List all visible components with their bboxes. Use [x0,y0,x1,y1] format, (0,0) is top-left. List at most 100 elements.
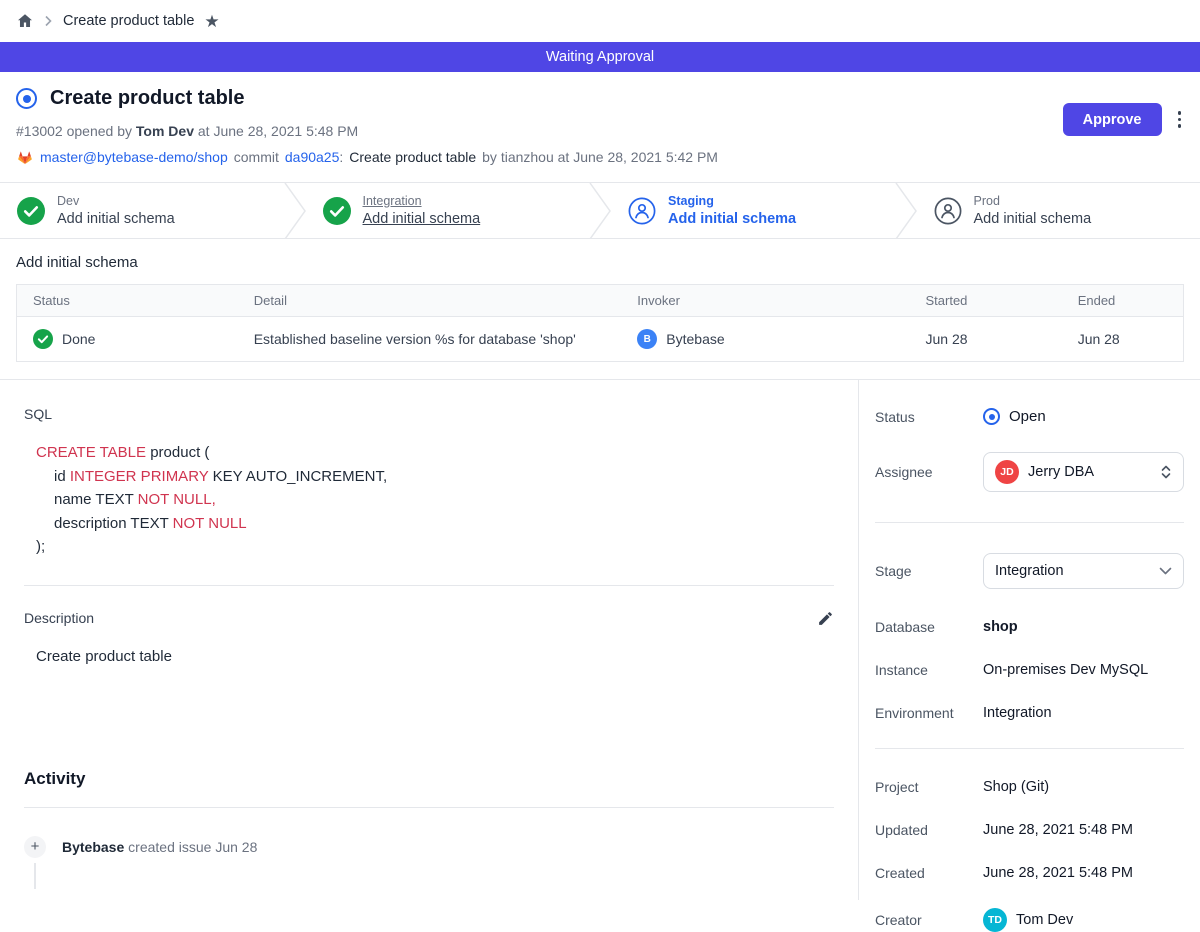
instance-label: Instance [875,662,983,678]
page-title: Create product table [50,87,244,110]
app-root: Create product table ★ Waiting Approval … [0,0,1200,900]
edit-description-icon[interactable] [817,610,834,627]
task-table: Status Detail Invoker Started Ended Done [16,284,1184,362]
issue-sidebar: Status Open Assignee JD Jerry DBA [858,380,1200,900]
status-label: Status [875,409,983,425]
chevron-right-icon [44,15,53,27]
divider [24,585,834,586]
stage-select[interactable]: Integration [983,553,1184,589]
pipeline-stage-prod[interactable]: Prod Add initial schema [917,183,1200,238]
task-started: Jun 28 [909,317,1061,362]
task-section: Add initial schema Status Detail Invoker… [0,239,1200,362]
issue-header: Create product table #13002 opened by To… [0,72,1200,182]
stage-separator-icon [284,183,306,238]
field-assignee: Assignee JD Jerry DBA [875,452,1184,492]
divider [875,522,1184,523]
activity-section: Activity + Bytebase created issue Jun 28 [24,769,834,858]
sql-statement[interactable]: CREATE TABLE product ( id INTEGER PRIMAR… [36,441,834,559]
bytebase-avatar: B [637,329,657,349]
updated-label: Updated [875,822,983,838]
plus-icon: + [24,836,46,858]
stage-separator-icon [895,183,917,238]
activity-action: created issue [128,839,211,855]
breadcrumb-current: Create product table [63,13,194,29]
breadcrumb: Create product table ★ [0,0,1200,42]
creator-value[interactable]: Tom Dev [1016,912,1073,928]
gitlab-icon [16,148,34,166]
stage-done-icon [323,197,351,225]
environment-value[interactable]: Integration [983,705,1052,721]
stage-pending-approval-icon [628,197,656,225]
commit-branch-link[interactable]: master@bytebase-demo/shop [40,149,228,165]
stage-env-label[interactable]: Integration [363,194,481,208]
home-icon[interactable] [16,12,34,30]
description-content[interactable]: Create product table [36,648,834,665]
status-open-icon [983,408,1000,425]
issue-opened-time: at June 28, 2021 5:48 PM [198,123,358,139]
assignee-avatar: JD [995,460,1019,484]
more-options-icon[interactable] [1175,107,1185,132]
table-row[interactable]: Done Established baseline version %s for… [17,317,1184,362]
stage-value: Integration [995,563,1150,579]
field-status: Status Open [875,408,1184,425]
pipeline-stage-dev[interactable]: Dev Add initial schema [0,183,284,238]
col-started: Started [909,285,1061,317]
assignee-select[interactable]: JD Jerry DBA [983,452,1184,492]
issue-open-icon [16,88,37,109]
stage-done-icon [17,197,45,225]
task-detail: Established baseline version %s for data… [238,317,622,362]
commit-colon: : [339,149,343,165]
issue-author: Tom Dev [136,123,194,139]
col-status: Status [17,285,238,317]
favorite-star-icon[interactable]: ★ [204,13,219,30]
approve-button[interactable]: Approve [1063,103,1162,136]
commit-byline: by tianzhou at June 28, 2021 5:42 PM [482,149,718,165]
updated-value: June 28, 2021 5:48 PM [983,822,1133,838]
field-environment: Environment Integration [875,705,1184,721]
field-creator: Creator TD Tom Dev [875,908,1184,932]
pipeline-bar: Dev Add initial schema Integration Add i… [0,182,1200,239]
project-value[interactable]: Shop (Git) [983,779,1049,795]
description-label: Description [24,610,94,626]
pipeline-stage-staging[interactable]: Staging Add initial schema [611,183,895,238]
task-invoker: Bytebase [666,331,724,347]
field-created: Created June 28, 2021 5:48 PM [875,865,1184,881]
commit-message: Create product table [349,149,476,165]
creator-avatar: TD [983,908,1007,932]
timeline-line [34,863,36,889]
field-project: Project Shop (Git) [875,779,1184,795]
divider [875,748,1184,749]
created-label: Created [875,865,983,881]
sql-label: SQL [24,406,834,422]
commit-hash-link[interactable]: da90a25 [285,149,340,165]
col-ended: Ended [1062,285,1184,317]
assignee-value: Jerry DBA [1028,464,1151,480]
field-updated: Updated June 28, 2021 5:48 PM [875,822,1184,838]
chevron-down-icon [1159,567,1172,575]
activity-heading: Activity [24,769,834,789]
creator-label: Creator [875,912,983,928]
stage-env-label: Staging [668,194,796,208]
stage-label: Stage [875,563,983,579]
list-item: + Bytebase created issue Jun 28 [24,836,834,858]
issue-meta: #13002 opened by Tom Dev at June 28, 202… [16,123,1184,139]
status-banner: Waiting Approval [0,42,1200,72]
database-value[interactable]: shop [983,619,1018,635]
done-check-icon [33,329,53,349]
stage-task-label: Add initial schema [668,211,796,227]
pipeline-stage-integration[interactable]: Integration Add initial schema [306,183,590,238]
issue-detail-panel: SQL CREATE TABLE product ( id INTEGER PR… [0,380,858,900]
stage-env-label: Dev [57,194,175,208]
issue-number: #13002 opened by [16,123,132,139]
commit-word: commit [234,149,279,165]
task-status: Done [62,331,95,347]
database-label: Database [875,619,983,635]
col-detail: Detail [238,285,622,317]
stage-task-label[interactable]: Add initial schema [363,211,481,227]
activity-date: Jun 28 [215,839,257,855]
field-stage: Stage Integration [875,553,1184,589]
assignee-label: Assignee [875,464,983,480]
project-label: Project [875,779,983,795]
instance-value[interactable]: On-premises Dev MySQL [983,662,1148,678]
selector-updown-icon [1160,464,1172,480]
